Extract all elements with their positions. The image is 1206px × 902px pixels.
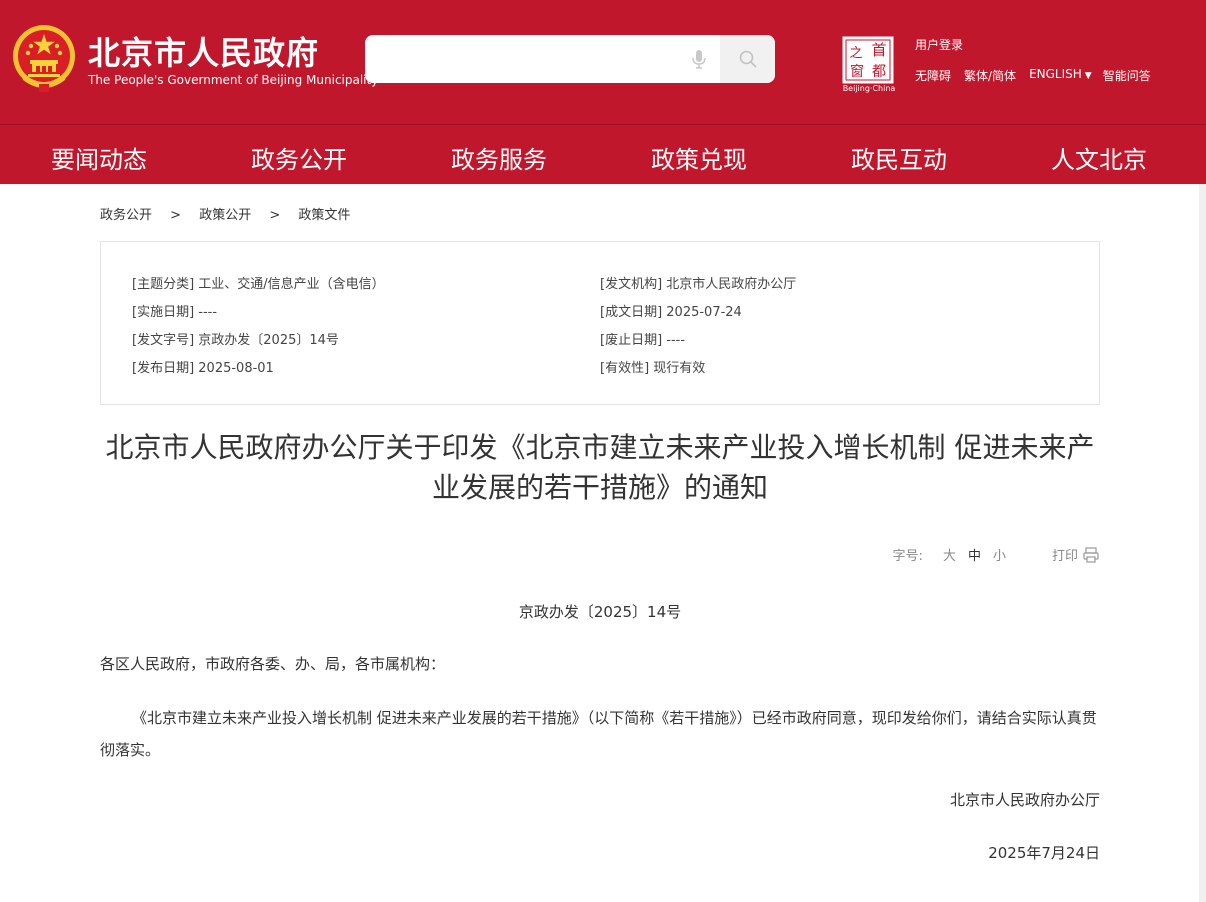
article-title: 北京市人民政府办公厅关于印发《北京市建立未来产业投入增长机制 促进未来产业发展的… (105, 431, 1095, 504)
signature-organization: 北京市人民政府办公厅 (949, 791, 1100, 809)
site-header: 北京市人民政府 The People's Government of Beiji… (0, 0, 1206, 184)
print-label: 打印 (1051, 549, 1078, 564)
breadcrumb-item[interactable]: 政策公开 (199, 208, 251, 223)
font-size-label: 字号: (892, 549, 923, 564)
font-size-small-button[interactable]: 小 (993, 545, 1006, 564)
accessibility-link[interactable]: 无障碍 (915, 67, 951, 84)
breadcrumb-separator: > (269, 208, 281, 223)
font-size-medium-button[interactable]: 中 (968, 545, 981, 564)
breadcrumb-item[interactable]: 政务公开 (100, 208, 152, 223)
site-subtitle: The People's Government of Beijing Munic… (88, 73, 379, 87)
font-size-bar: 字号: 大 中 小 打印 (893, 545, 1100, 564)
meta-effective-date: [实施日期] ---- (132, 305, 218, 320)
trad-simp-link[interactable]: 繁体/简体 (964, 67, 1016, 84)
scrollbar[interactable] (1199, 184, 1206, 902)
body-paragraph: 《北京市建立未来产业投入增长机制 促进未来产业发展的若干措施》（以下简称《若干措… (100, 709, 1097, 759)
capital-logo-char: 都 (872, 64, 886, 80)
meta-repeal-date: [废止日期] ---- (600, 333, 686, 348)
caret-down-icon: ▼ (1084, 71, 1092, 81)
nav-item-culture[interactable]: 人文北京 (1051, 140, 1147, 175)
top-links: 无障碍 繁体/简体 ENGLISH ▼ 智能问答 (915, 67, 1164, 84)
main-nav: 要闻动态 政务公开 政务服务 政策兑现 政民互动 人文北京 (0, 125, 1206, 184)
signature-date: 2025年7月24日 (988, 844, 1100, 862)
doc-number: 京政办发〔2025〕14号 (518, 603, 682, 621)
capital-logo-char: 首 (871, 41, 886, 59)
meta-publish-date: [发布日期] 2025-08-01 (132, 361, 274, 376)
meta-doc-number: [发文字号] 京政办发〔2025〕14号 (132, 333, 339, 348)
printer-icon (1083, 546, 1099, 563)
breadcrumb: 政务公开 > 政策公开 > 政策文件 (100, 204, 350, 223)
capital-logo-caption: Beijing·China (842, 84, 896, 93)
capital-logo-char: 之 (849, 46, 862, 61)
microphone-icon[interactable] (687, 47, 711, 71)
national-emblem-icon[interactable] (11, 22, 77, 94)
search-input[interactable] (365, 35, 675, 83)
smart-qa-link[interactable]: 智能问答 (1103, 67, 1151, 84)
font-size-large-button[interactable]: 大 (943, 545, 956, 564)
document-meta-box: [主题分类] 工业、交通/信息产业（含电信） [发文机构] 北京市人民政府办公厅… (100, 241, 1100, 405)
meta-validity: [有效性] 现行有效 (600, 361, 706, 376)
nav-item-services[interactable]: 政务服务 (451, 140, 547, 175)
nav-item-interaction[interactable]: 政民互动 (851, 140, 947, 175)
english-label: ENGLISH (1029, 67, 1082, 81)
nav-item-news[interactable]: 要闻动态 (51, 140, 147, 175)
english-link[interactable]: ENGLISH ▼ (1029, 67, 1092, 84)
capital-logo-char: 窗 (850, 63, 864, 80)
print-button[interactable]: 打印 (1052, 545, 1100, 564)
nav-item-gov-affairs[interactable]: 政务公开 (251, 140, 347, 175)
search-box (365, 35, 775, 83)
meta-topic: [主题分类] 工业、交通/信息产业（含电信） (132, 277, 385, 292)
user-login-link[interactable]: 用户登录 (915, 36, 963, 53)
salutation: 各区人民政府，市政府各委、办、局，各市属机构： (100, 655, 446, 673)
meta-issuer: [发文机构] 北京市人民政府办公厅 (600, 277, 797, 292)
site-title[interactable]: 北京市人民政府 (88, 28, 319, 74)
meta-formed-date: [成文日期] 2025-07-24 (600, 305, 742, 320)
page: 北京市人民政府 The People's Government of Beiji… (0, 0, 1206, 902)
breadcrumb-item[interactable]: 政策文件 (298, 208, 350, 223)
search-button[interactable] (720, 35, 775, 83)
nav-item-policy-fulfillment[interactable]: 政策兑现 (651, 140, 747, 175)
search-icon (739, 50, 757, 68)
breadcrumb-separator: > (170, 208, 182, 223)
